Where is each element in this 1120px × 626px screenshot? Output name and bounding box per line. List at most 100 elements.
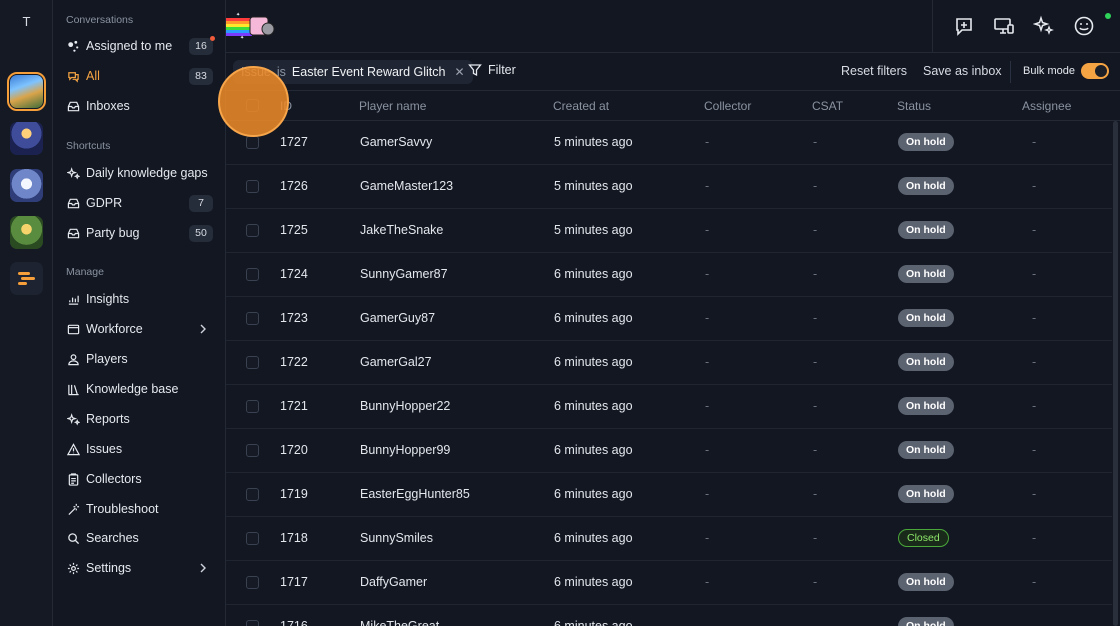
sidebar-item-party-bug[interactable]: Party bug 50 <box>66 221 213 245</box>
brand-logo-app[interactable] <box>10 262 43 295</box>
sidebar-item-reports[interactable]: Reports <box>66 407 213 431</box>
cell-player-name[interactable]: GamerGal27 <box>360 355 432 369</box>
row-checkbox[interactable] <box>246 576 259 589</box>
cell-player-name[interactable]: JakeTheSnake <box>360 223 443 237</box>
game-app-4[interactable] <box>10 216 43 249</box>
cell-csat: - <box>813 575 818 589</box>
cell-assignee[interactable]: - <box>1032 531 1036 545</box>
column-player-name[interactable]: Player name <box>359 99 426 113</box>
filter-button[interactable]: Filter <box>468 63 516 77</box>
column-assignee[interactable]: Assignee <box>1022 99 1071 113</box>
cell-assignee[interactable]: - <box>1032 399 1036 413</box>
unread-dot <box>210 36 215 41</box>
sidebar-item-players[interactable]: Players <box>66 347 213 371</box>
row-checkbox[interactable] <box>246 136 259 149</box>
table-row[interactable]: 1726 GameMaster123 5 minutes ago - - On hold - <box>226 165 1112 209</box>
user-avatar-icon[interactable] <box>1073 15 1095 37</box>
row-checkbox[interactable] <box>246 444 259 457</box>
bulk-mode-toggle[interactable] <box>1081 63 1109 79</box>
row-checkbox[interactable] <box>246 268 259 281</box>
cell-player-name[interactable]: SunnyGamer87 <box>360 267 448 281</box>
cell-assignee[interactable]: - <box>1032 311 1036 325</box>
count-badge: 7 <box>189 195 213 212</box>
row-checkbox[interactable] <box>246 488 259 501</box>
table-row[interactable]: 1721 BunnyHopper22 6 minutes ago - - On hold - <box>226 385 1112 429</box>
ai-sparkles-icon[interactable] <box>1033 15 1055 37</box>
table-row[interactable]: 1719 EasterEggHunter85 6 minutes ago - - On h… <box>226 473 1112 517</box>
sidebar-item-workforce[interactable]: Workforce <box>66 317 213 341</box>
sparkles-icon <box>66 412 80 426</box>
sidebar-item-searches[interactable]: Searches <box>66 526 213 550</box>
cell-assignee[interactable]: - <box>1032 355 1036 369</box>
cell-player-name[interactable]: GameMaster123 <box>360 179 453 193</box>
sidebar-item-knowledge-base[interactable]: Knowledge base <box>66 377 213 401</box>
row-checkbox[interactable] <box>246 180 259 193</box>
sidebar-item-all[interactable]: All 83 <box>66 64 213 88</box>
cell-assignee[interactable]: - <box>1032 619 1036 626</box>
search-icon <box>66 531 80 545</box>
devices-icon[interactable] <box>993 15 1015 37</box>
row-checkbox[interactable] <box>246 312 259 325</box>
table-scrollbar[interactable] <box>1113 121 1118 626</box>
sidebar-item-insights[interactable]: Insights <box>66 287 213 311</box>
workspace-initial[interactable]: T <box>0 14 53 29</box>
cell-id: 1722 <box>280 355 308 369</box>
table-row[interactable]: 1717 DaffyGamer 6 minutes ago - - On hold - <box>226 561 1112 605</box>
cell-player-name[interactable]: GamerGuy87 <box>360 311 435 325</box>
column-created-at[interactable]: Created at <box>553 99 609 113</box>
table-row[interactable]: 1724 SunnyGamer87 6 minutes ago - - On hold - <box>226 253 1112 297</box>
cell-assignee[interactable]: - <box>1032 135 1036 149</box>
cell-player-name[interactable]: SunnySmiles <box>360 531 433 545</box>
table-row[interactable]: 1723 GamerGuy87 6 minutes ago - - On hold - <box>226 297 1112 341</box>
cell-assignee[interactable]: - <box>1032 443 1036 457</box>
save-as-inbox-button[interactable]: Save as inbox <box>923 64 1002 78</box>
cell-assignee[interactable]: - <box>1032 575 1036 589</box>
row-checkbox[interactable] <box>246 620 259 626</box>
column-status[interactable]: Status <box>897 99 931 113</box>
cell-csat: - <box>813 355 818 369</box>
row-checkbox[interactable] <box>246 224 259 237</box>
cell-csat: - <box>813 487 818 501</box>
cell-assignee[interactable]: - <box>1032 223 1036 237</box>
cell-player-name[interactable]: MikeTheGreat <box>360 619 439 626</box>
game-app-1[interactable] <box>7 72 46 111</box>
table-row[interactable]: 1725 JakeTheSnake 5 minutes ago - - On hold - <box>226 209 1112 253</box>
cell-player-name[interactable]: BunnyHopper22 <box>360 399 450 413</box>
cell-player-name[interactable]: BunnyHopper99 <box>360 443 450 457</box>
cell-assignee[interactable]: - <box>1032 179 1036 193</box>
cell-collector: - <box>705 443 710 457</box>
table-row[interactable]: 1727 GamerSavvy 5 minutes ago - - On hold - <box>226 121 1112 165</box>
sidebar-item-issues[interactable]: Issues <box>66 437 213 461</box>
column-csat[interactable]: CSAT <box>812 99 843 113</box>
cell-id: 1724 <box>280 267 308 281</box>
cell-player-name[interactable]: EasterEggHunter85 <box>360 487 470 501</box>
row-checkbox[interactable] <box>246 356 259 369</box>
sidebar-item-knowledge-gaps[interactable]: Daily knowledge gaps <box>66 161 213 185</box>
table-row[interactable]: 1718 SunnySmiles 6 minutes ago - - Closed - <box>226 517 1112 561</box>
game-app-2[interactable] <box>10 122 43 155</box>
sidebar-item-label: Inboxes <box>86 99 130 113</box>
cell-assignee[interactable]: - <box>1032 487 1036 501</box>
row-checkbox[interactable] <box>246 400 259 413</box>
user-icon <box>66 352 80 366</box>
remove-filter-icon[interactable]: ✕ <box>454 65 464 79</box>
table-row[interactable]: 1716 MikeTheGreat 6 minutes ago - - On hold - <box>226 605 1112 626</box>
game-app-3[interactable] <box>10 169 43 202</box>
sidebar-item-assigned[interactable]: Assigned to me 16 <box>66 34 215 58</box>
cell-player-name[interactable]: GamerSavvy <box>360 135 432 149</box>
sidebar-item-gdpr[interactable]: GDPR 7 <box>66 191 213 215</box>
cell-player-name[interactable]: DaffyGamer <box>360 575 427 589</box>
table-row[interactable]: 1722 GamerGal27 6 minutes ago - - On hold - <box>226 341 1112 385</box>
column-collector[interactable]: Collector <box>704 99 751 113</box>
sidebar-item-collectors[interactable]: Collectors <box>66 467 213 491</box>
inbox-icon <box>66 99 80 113</box>
new-conversation-icon[interactable] <box>953 15 975 37</box>
status-badge: On hold <box>898 573 954 591</box>
sidebar-item-settings[interactable]: Settings <box>66 556 213 580</box>
table-row[interactable]: 1720 BunnyHopper99 6 minutes ago - - On hold - <box>226 429 1112 473</box>
row-checkbox[interactable] <box>246 532 259 545</box>
sidebar-item-inboxes[interactable]: Inboxes <box>66 94 213 118</box>
cell-assignee[interactable]: - <box>1032 267 1036 281</box>
reset-filters-button[interactable]: Reset filters <box>841 64 907 78</box>
sidebar-item-troubleshoot[interactable]: Troubleshoot <box>66 497 213 521</box>
